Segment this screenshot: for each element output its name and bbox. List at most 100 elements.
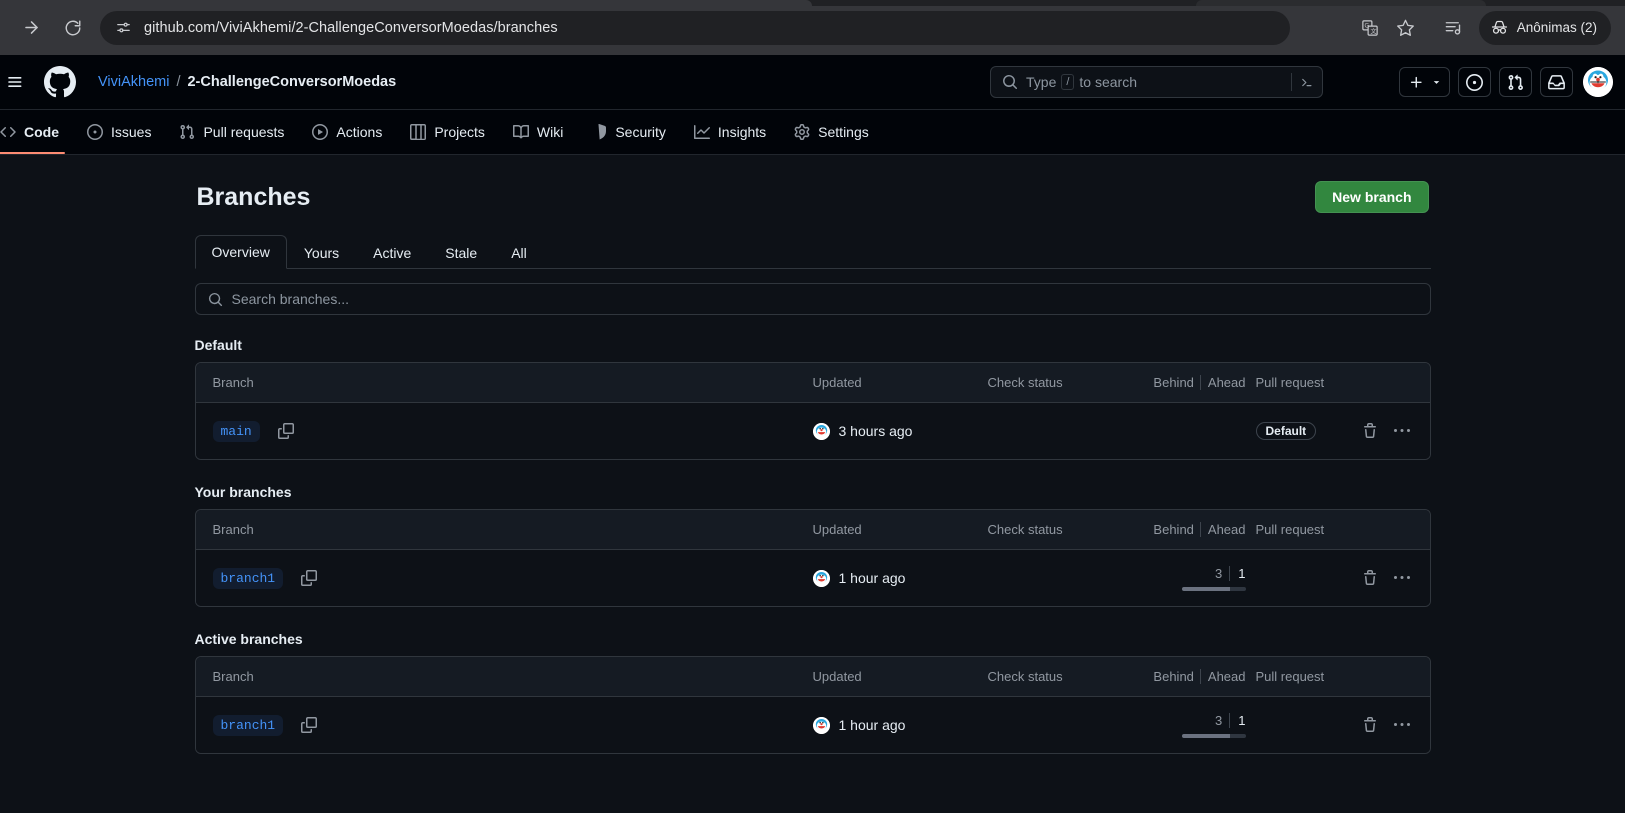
repo-tab-projects[interactable]: Projects (396, 110, 499, 154)
repo-tab-label: Pull requests (203, 124, 285, 140)
search-suffix: to search (1079, 74, 1138, 90)
github-header: ViviAkhemi / 2-ChallengeConversorMoedas … (0, 55, 1625, 110)
behind-ahead-cell: 3 1 (1131, 565, 1246, 591)
browser-toolbar: github.com/ViviAkhemi/2-ChallengeConvers… (0, 0, 1625, 55)
forward-arrow-icon[interactable] (14, 11, 48, 45)
repo-tab-settings[interactable]: Settings (780, 110, 883, 154)
repo-tab-label: Projects (434, 124, 485, 140)
repo-tab-pull-requests[interactable]: Pull requests (165, 110, 298, 154)
incognito-icon (1490, 18, 1509, 37)
repo-tab-label: Settings (818, 124, 869, 140)
repo-tab-wiki[interactable]: Wiki (499, 110, 577, 154)
branch-name-link[interactable]: branch1 (212, 714, 284, 736)
col-header-pull-request: Pull request (1255, 375, 1325, 390)
tab-all[interactable]: All (494, 236, 544, 269)
tab-stale[interactable]: Stale (428, 236, 494, 269)
issue-opened-icon (87, 124, 103, 140)
behind-bar-segment (1181, 586, 1230, 591)
ahead-count: 1 (1229, 712, 1246, 728)
reading-list-icon[interactable] (1437, 11, 1471, 45)
behind-bar-segment (1181, 733, 1230, 738)
avatar (812, 422, 830, 440)
repo-tab-insights[interactable]: Insights (680, 110, 780, 154)
copy-icon[interactable] (301, 570, 318, 586)
col-header-behind-ahead: Behind Ahead (1131, 375, 1246, 390)
col-header-ahead: Ahead (1199, 375, 1246, 390)
branch-name-link[interactable]: branch1 (212, 567, 284, 589)
kebab-menu-icon[interactable] (1393, 423, 1410, 439)
notifications-inbox-button[interactable] (1540, 67, 1573, 97)
search-branches-input[interactable]: Search branches... (194, 283, 1431, 315)
table-header: Branch Updated Check status Behind Ahead… (195, 510, 1430, 550)
reload-icon[interactable] (56, 11, 90, 45)
search-placeholder: Type / to search (1026, 74, 1137, 90)
page-title: Branches (196, 182, 311, 211)
kebab-menu-icon[interactable] (1393, 570, 1410, 586)
browser-actions: G文 Anônimas (2) (1353, 10, 1611, 45)
table-row: main 3 hours ago Default (195, 403, 1430, 459)
url-text: github.com/ViviAkhemi/2-ChallengeConvers… (144, 19, 558, 36)
hamburger-menu-icon[interactable] (4, 72, 30, 92)
section-active-branches: Active branches Branch Updated Check sta… (194, 631, 1431, 754)
trash-icon[interactable] (1362, 570, 1378, 586)
new-branch-button[interactable]: New branch (1315, 181, 1429, 213)
section-title: Active branches (194, 631, 303, 647)
repo-tab-actions[interactable]: Actions (298, 110, 396, 154)
behind-ahead-bar (1181, 733, 1246, 738)
repo-tab-code[interactable]: Code (0, 110, 73, 154)
repo-tab-issues[interactable]: Issues (73, 110, 165, 154)
col-header-behind: Behind (1153, 375, 1194, 390)
branches-container: Branches New branch Overview Yours Activ… (194, 155, 1431, 754)
branch-name-link[interactable]: main (212, 420, 260, 442)
translate-icon[interactable]: G文 (1353, 11, 1387, 45)
repository-nav: Code Issues Pull requests Actions Projec… (0, 110, 1625, 155)
behind-ahead-cell: 3 1 (1131, 712, 1246, 738)
trash-icon[interactable] (1362, 423, 1378, 439)
branch-table: Branch Updated Check status Behind Ahead… (194, 509, 1431, 607)
command-palette-icon[interactable] (1291, 73, 1314, 91)
copy-icon[interactable] (277, 423, 294, 439)
user-avatar[interactable] (1583, 67, 1613, 97)
bookmark-star-icon[interactable] (1389, 11, 1423, 45)
col-header-branch: Branch (212, 669, 254, 684)
col-header-behind-ahead: Behind Ahead (1131, 669, 1246, 684)
kebab-menu-icon[interactable] (1393, 717, 1410, 733)
background-tab[interactable] (1196, 0, 1486, 6)
breadcrumb-owner[interactable]: ViviAkhemi (98, 74, 169, 90)
section-title: Your branches (194, 484, 292, 500)
search-icon (208, 292, 223, 307)
col-header-pull-request: Pull request (1255, 669, 1325, 684)
global-search-input[interactable]: Type / to search (990, 66, 1323, 98)
col-header-check-status: Check status (987, 375, 1063, 390)
copy-icon[interactable] (301, 717, 318, 733)
table-icon (410, 124, 427, 140)
breadcrumb-repo[interactable]: 2-ChallengeConversorMoedas (187, 74, 396, 90)
tab-strip (0, 0, 1625, 6)
header-actions (1399, 67, 1613, 97)
col-header-behind: Behind (1153, 669, 1194, 684)
create-new-button[interactable] (1399, 67, 1450, 97)
col-header-ahead: Ahead (1199, 522, 1246, 537)
repo-tab-label: Wiki (536, 124, 564, 140)
section-default: Default Branch Updated Check status Behi… (194, 337, 1431, 460)
incognito-indicator[interactable]: Anônimas (2) (1478, 10, 1611, 45)
trash-icon[interactable] (1362, 717, 1378, 733)
pull-requests-button[interactable] (1499, 67, 1532, 97)
tab-active[interactable]: Active (356, 236, 428, 269)
active-tab[interactable] (0, 0, 812, 6)
search-prefix: Type (1026, 74, 1057, 90)
github-logo-icon[interactable] (44, 66, 76, 98)
behind-count: 3 (1215, 565, 1223, 581)
col-header-behind: Behind (1153, 522, 1194, 537)
site-settings-icon[interactable] (112, 17, 134, 39)
updated-time: 1 hour ago (838, 570, 906, 586)
table-header: Branch Updated Check status Behind Ahead… (195, 657, 1430, 697)
tab-overview[interactable]: Overview (194, 235, 287, 269)
tab-yours[interactable]: Yours (287, 236, 356, 269)
shield-icon (591, 124, 607, 140)
address-bar[interactable]: github.com/ViviAkhemi/2-ChallengeConvers… (100, 10, 1290, 45)
issues-button[interactable] (1458, 67, 1491, 97)
repo-tab-label: Insights (717, 124, 767, 140)
repo-tab-security[interactable]: Security (577, 110, 680, 154)
chevron-down-icon (1433, 80, 1440, 84)
